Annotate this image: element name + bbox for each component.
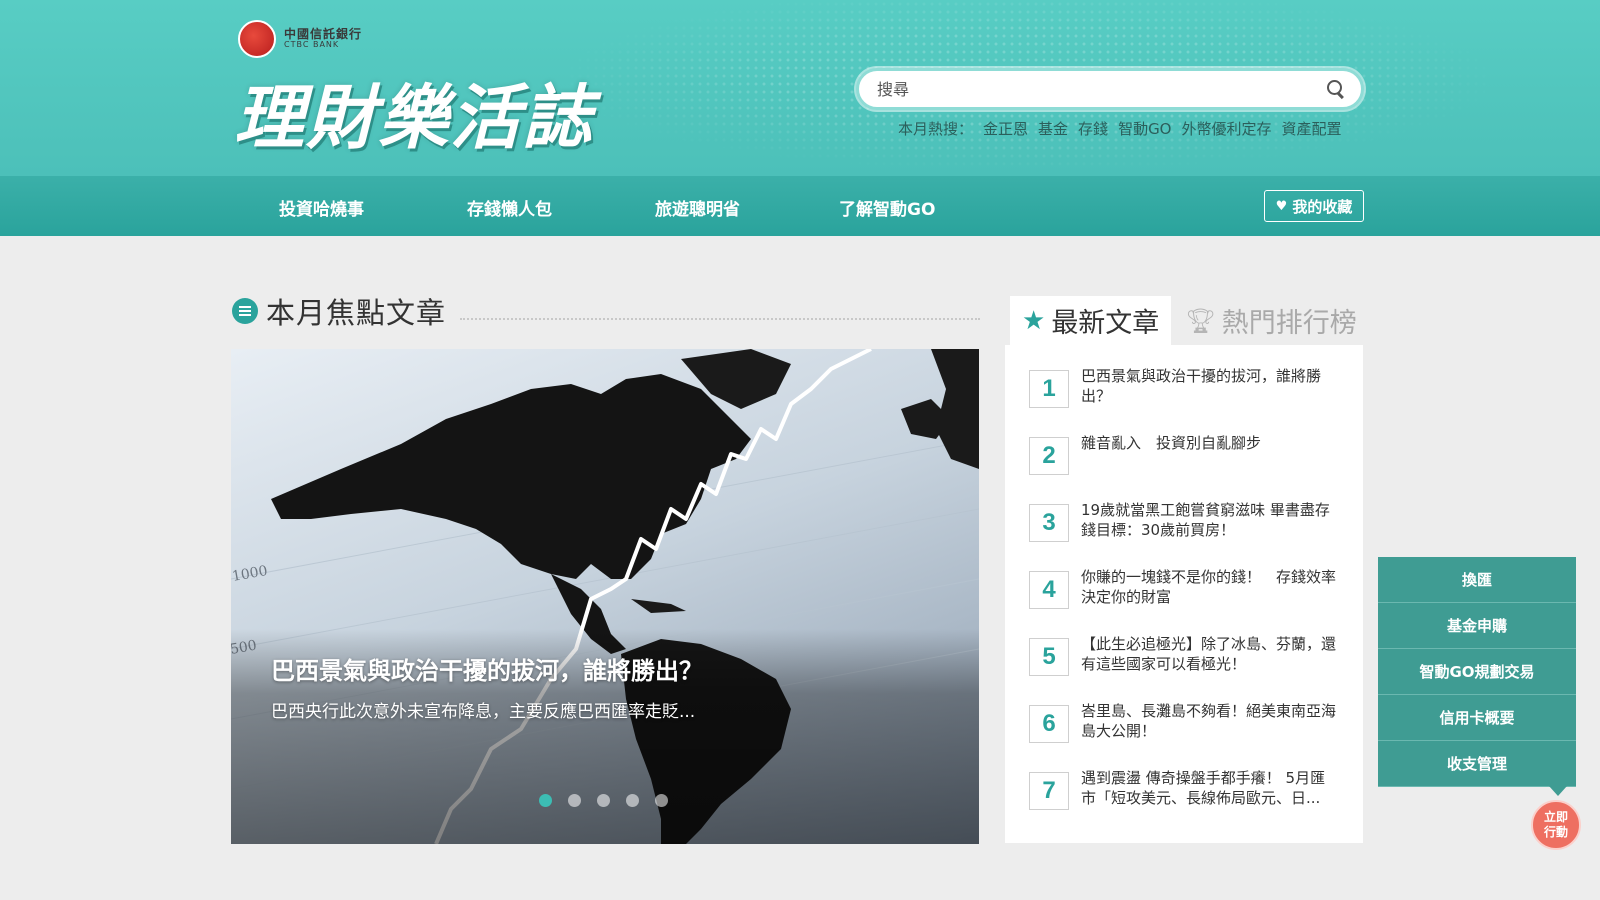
featured-slider[interactable]: 1000 500 巴西景氣與政治干擾的拔河，誰將勝出？ 巴西央行此次意外未宣布降…	[231, 349, 979, 844]
list-item[interactable]: 1 巴西景氣與政治干擾的拔河，誰將勝出？	[1029, 366, 1347, 416]
hot-term-link[interactable]: 資產配置	[1282, 118, 1342, 139]
heart-icon: ♥	[1275, 198, 1288, 214]
list-icon	[232, 298, 258, 324]
favorites-label: 我的收藏	[1292, 197, 1353, 216]
hot-term-link[interactable]: 基金	[1038, 118, 1068, 139]
list-item[interactable]: 4 你賺的一塊錢不是你的錢！ 存錢效率決定你的財富	[1029, 567, 1347, 617]
hot-search-label: 本月熱搜：	[898, 120, 974, 138]
menu-item-fund-purchase[interactable]: 基金申購	[1378, 603, 1576, 649]
article-title[interactable]: 峇里島、長灘島不夠看！絕美東南亞海島大公開！	[1081, 701, 1337, 751]
article-number: 7	[1029, 772, 1069, 810]
article-title[interactable]: 遇到震盪 傳奇操盤手都手癢！ 5月匯市「短攻美元、長線佈局歐元、日...	[1081, 768, 1337, 818]
slider-dot[interactable]	[655, 794, 668, 807]
slider-dot[interactable]	[597, 794, 610, 807]
slide-title[interactable]: 巴西景氣與政治干擾的拔河，誰將勝出？	[271, 651, 703, 686]
slider-dot[interactable]	[539, 794, 552, 807]
nav-item-travel[interactable]: 旅遊聰明省	[655, 195, 740, 220]
list-item[interactable]: 3 19歲就當黑工飽嘗貧窮滋味 畢書盡存錢目標：30歲前買房！	[1029, 500, 1347, 550]
site-header: 中國信託銀行 CTBC BANK 理財樂活誌 本月熱搜： 金正恩 基金 存錢 智…	[0, 0, 1600, 176]
tab-latest-label: 最新文章	[1051, 308, 1160, 339]
star-icon: ★	[1022, 305, 1046, 336]
hot-term-link[interactable]: 智動GO	[1118, 118, 1171, 139]
article-number: 2	[1029, 437, 1069, 475]
article-number: 1	[1029, 370, 1069, 408]
article-title[interactable]: 【此生必追極光】除了冰島、芬蘭，還有這些國家可以看極光！	[1081, 634, 1337, 684]
featured-section-title: 本月焦點文章	[232, 290, 446, 332]
article-number: 5	[1029, 638, 1069, 676]
bank-emblem-icon	[238, 20, 276, 58]
chart-tick-label: 1000	[231, 563, 269, 585]
menu-item-credit-card[interactable]: 信用卡概要	[1378, 695, 1576, 741]
article-title[interactable]: 19歲就當黑工飽嘗貧窮滋味 畢書盡存錢目標：30歲前買房！	[1081, 500, 1337, 550]
site-title-logo[interactable]: 理財樂活誌	[234, 62, 594, 163]
tab-latest[interactable]: ★ 最新文章	[1010, 296, 1172, 345]
tab-popular[interactable]: 🏆︎ 熱門排行榜	[1171, 296, 1368, 345]
article-number: 4	[1029, 571, 1069, 609]
article-list: 1 巴西景氣與政治干擾的拔河，誰將勝出？ 2 雜音亂入 投資別自亂腳步 3 19…	[1005, 345, 1363, 843]
nav-item-smartgo[interactable]: 了解智動GO	[839, 195, 935, 220]
tab-popular-label: 熱門排行榜	[1221, 308, 1357, 339]
menu-item-budget[interactable]: 收支管理	[1378, 741, 1576, 787]
list-item[interactable]: 5 【此生必追極光】除了冰島、芬蘭，還有這些國家可以看極光！	[1029, 634, 1347, 684]
menu-pointer-arrow	[1549, 786, 1567, 796]
menu-item-exchange[interactable]: 換匯	[1378, 557, 1576, 603]
hot-term-link[interactable]: 外幣優利定存	[1182, 118, 1272, 139]
bank-name-en: CTBC BANK	[284, 40, 340, 50]
nav-item-saving[interactable]: 存錢懶人包	[467, 195, 552, 220]
section-divider	[460, 318, 980, 320]
article-tabs: ★ 最新文章 🏆︎ 熱門排行榜	[1010, 296, 1369, 345]
hot-term-link[interactable]: 金正恩	[983, 118, 1028, 139]
article-title[interactable]: 巴西景氣與政治干擾的拔河，誰將勝出？	[1081, 366, 1337, 416]
slide-description: 巴西央行此次意外未宣布降息，主要反應巴西匯率走貶...	[271, 702, 696, 722]
slider-dot[interactable]	[568, 794, 581, 807]
search-icon[interactable]	[1325, 78, 1347, 100]
search-box	[856, 68, 1364, 110]
hot-term-link[interactable]: 存錢	[1078, 118, 1108, 139]
article-number: 3	[1029, 504, 1069, 542]
article-title[interactable]: 雜音亂入 投資別自亂腳步	[1081, 433, 1337, 483]
list-item[interactable]: 6 峇里島、長灘島不夠看！絕美東南亞海島大公開！	[1029, 701, 1347, 751]
menu-item-smartgo-trade[interactable]: 智動GO規劃交易	[1378, 649, 1576, 695]
list-item[interactable]: 2 雜音亂入 投資別自亂腳步	[1029, 433, 1347, 483]
article-title[interactable]: 你賺的一塊錢不是你的錢！ 存錢效率決定你的財富	[1081, 567, 1337, 617]
slider-pagination	[539, 794, 668, 807]
trophy-icon: 🏆︎	[1185, 306, 1216, 335]
quick-action-menu: 換匯 基金申購 智動GO規劃交易 信用卡概要 收支管理	[1378, 557, 1576, 787]
main-nav: 投資哈燒事 存錢懶人包 旅遊聰明省 了解智動GO ♥ 我的收藏	[0, 176, 1600, 236]
list-item[interactable]: 7 遇到震盪 傳奇操盤手都手癢！ 5月匯市「短攻美元、長線佈局歐元、日...	[1029, 768, 1347, 818]
hot-search-bar: 本月熱搜： 金正恩 基金 存錢 智動GO 外幣優利定存 資產配置	[898, 118, 1342, 139]
search-input[interactable]	[877, 79, 1325, 99]
favorites-button[interactable]: ♥ 我的收藏	[1264, 190, 1364, 222]
featured-title-text: 本月焦點文章	[266, 296, 447, 330]
nav-item-investment[interactable]: 投資哈燒事	[279, 195, 364, 220]
take-action-button[interactable]: 立即行動	[1531, 800, 1581, 850]
bank-logo[interactable]: 中國信託銀行 CTBC BANK	[238, 20, 362, 58]
slider-dot[interactable]	[626, 794, 639, 807]
article-number: 6	[1029, 705, 1069, 743]
